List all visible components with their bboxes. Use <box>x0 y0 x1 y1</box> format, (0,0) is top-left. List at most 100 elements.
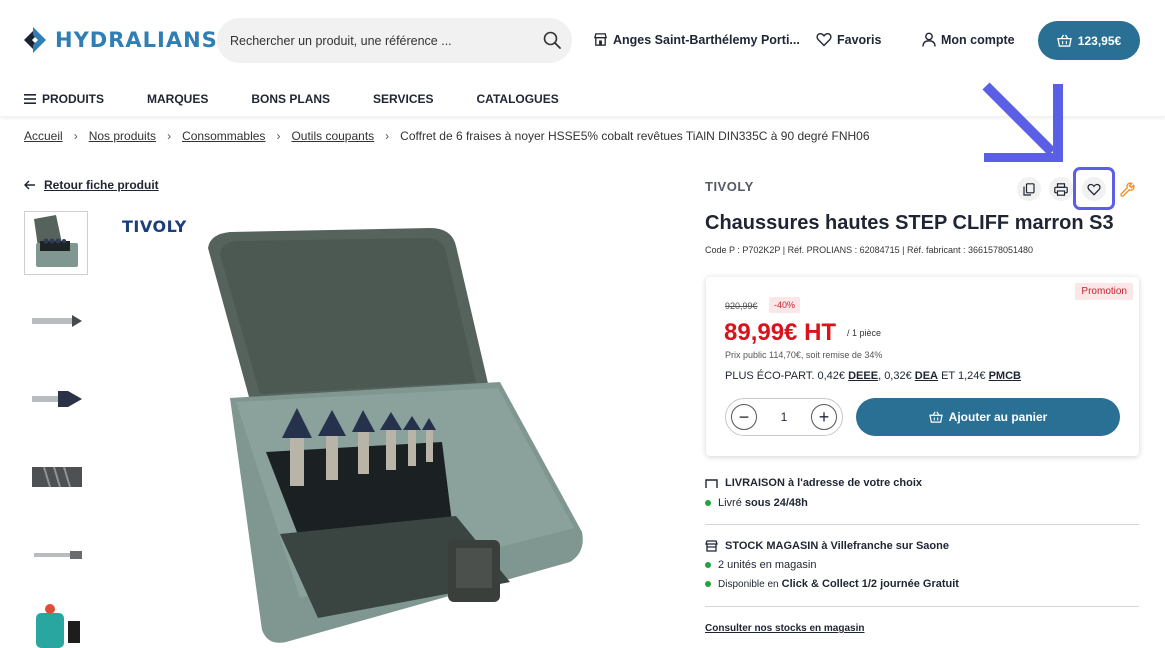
click-collect-bold: Click & Collect 1/2 journée Gratuit <box>781 578 959 590</box>
copy-icon <box>1023 182 1035 196</box>
add-to-cart-button[interactable]: Ajouter au panier <box>856 398 1120 436</box>
back-label: Retour fiche produit <box>44 178 159 192</box>
thumbnail-3[interactable] <box>24 367 88 431</box>
account-label: Mon compte <box>941 32 1015 47</box>
click-collect: Disponible en Click & Collect 1/2 journé… <box>705 578 959 590</box>
chevron-right-icon: › <box>385 129 390 143</box>
brand-logo: TIVOLY <box>122 217 187 236</box>
store-stock-link[interactable]: Consulter nos stocks en magasin <box>705 623 865 634</box>
breadcrumb-current: Coffret de 6 fraises à noyer HSSE5% coba… <box>400 129 870 143</box>
eco-text: , 0,32€ <box>878 370 912 382</box>
price-unit: / 1 pièce <box>847 328 882 338</box>
store-icon <box>594 33 607 46</box>
search-bar <box>217 18 572 63</box>
decrease-quantity-button[interactable]: − <box>731 404 757 430</box>
nav-item-marques[interactable]: MARQUES <box>147 92 208 106</box>
favorite-highlight-box <box>1073 167 1115 210</box>
search-input[interactable] <box>230 18 530 63</box>
nav-label: BONS PLANS <box>251 92 331 106</box>
breadcrumb-link[interactable]: Outils coupants <box>291 129 374 143</box>
thumbnail-2[interactable] <box>24 289 88 353</box>
heart-icon <box>816 33 832 47</box>
cart-button[interactable]: 123,95€ <box>1038 21 1140 60</box>
eco-deee-link[interactable]: DEEE <box>848 370 878 382</box>
price-card: Promotion 920,99€ -40% 89,99€ HT / 1 piè… <box>706 277 1139 456</box>
stock-units: 2 unités en magasin <box>705 559 816 571</box>
wrench-icon <box>1119 181 1135 197</box>
print-icon <box>1054 182 1068 196</box>
menu-icon <box>24 94 36 104</box>
divider <box>705 524 1139 525</box>
breadcrumb-link[interactable]: Accueil <box>24 129 63 143</box>
logo-text: HYDRALIANS <box>55 28 218 52</box>
store-label: Anges Saint-Barthélemy Porti... <box>613 32 800 47</box>
nav-label: MARQUES <box>147 92 209 106</box>
chevron-right-icon: › <box>276 129 281 143</box>
print-button[interactable] <box>1049 177 1073 201</box>
delivery-title-bold: LIVRAISON <box>725 477 785 489</box>
account-link[interactable]: Mon compte <box>922 32 1015 47</box>
promotion-badge: Promotion <box>1075 283 1133 300</box>
nav-item-bons-plans[interactable]: BONS PLANS <box>251 92 330 106</box>
add-to-cart-label: Ajouter au panier <box>948 410 1048 424</box>
thumbnail-image <box>32 391 82 407</box>
quantity-stepper: − + <box>725 398 843 436</box>
basket-icon <box>1057 34 1072 47</box>
favorites-link[interactable]: Favoris <box>816 32 881 47</box>
cart-total: 123,95€ <box>1077 33 1122 48</box>
thumbnail-image <box>34 551 82 559</box>
delivery-eta-bold: sous 24/48h <box>744 497 808 509</box>
thumbnail-image <box>32 315 82 327</box>
product-brand[interactable]: TIVOLY <box>705 179 754 194</box>
chevron-right-icon: › <box>167 129 172 143</box>
breadcrumb-link[interactable]: Consommables <box>182 129 265 143</box>
search-icon[interactable] <box>542 30 562 50</box>
thumbnail-5[interactable] <box>24 523 88 587</box>
public-price: Prix public 114,70€, soit remise de 34% <box>725 350 883 360</box>
thumbnail-image <box>32 466 82 488</box>
thumbnail-image <box>34 215 78 267</box>
eco-text: PLUS ÉCO-PART. 0,42€ <box>725 370 846 382</box>
eco-dea-link[interactable]: DEA <box>915 370 938 382</box>
product-main-image[interactable] <box>190 222 600 648</box>
nav-item-services[interactable]: SERVICES <box>373 92 433 106</box>
hydralians-logo-icon <box>24 27 46 53</box>
thumbnail-1[interactable] <box>24 211 88 275</box>
current-price: 89,99€ HT <box>724 319 837 346</box>
truck-icon <box>705 479 718 488</box>
quantity-input[interactable] <box>769 410 799 424</box>
favorites-label: Favoris <box>837 32 882 47</box>
nav-label: SERVICES <box>373 92 434 106</box>
stock-title-rest: à Villefranche sur Saone <box>821 540 949 552</box>
nav-item-produits[interactable]: PRODUITS <box>24 92 104 106</box>
user-icon <box>922 32 936 47</box>
increase-quantity-button[interactable]: + <box>811 404 837 430</box>
store-selector[interactable]: Anges Saint-Barthélemy Porti... <box>593 32 800 47</box>
delivery-eta: Livré sous 24/48h <box>705 497 808 509</box>
eco-pmcb-link[interactable]: PMCB <box>989 370 1021 382</box>
basket-icon <box>928 411 943 423</box>
tools-button[interactable] <box>1115 177 1139 201</box>
shop-icon <box>705 540 718 552</box>
chevron-right-icon: › <box>73 129 78 143</box>
status-dot <box>705 581 711 587</box>
stock-title: STOCK MAGASIN à Villefranche sur Saone <box>705 540 949 552</box>
copy-button[interactable] <box>1017 177 1041 201</box>
eco-participation: PLUS ÉCO-PART. 0,42€ DEEE, 0,32€ DEA ET … <box>725 370 1021 382</box>
delivery-eta-prefix: Livré <box>718 497 742 509</box>
eco-text: ET 1,24€ <box>941 370 986 382</box>
breadcrumb: Accueil › Nos produits › Consommables › … <box>24 129 870 143</box>
thumbnail-6[interactable] <box>24 601 88 648</box>
status-dot <box>705 500 711 506</box>
breadcrumb-link[interactable]: Nos produits <box>89 129 156 143</box>
site-logo[interactable]: HYDRALIANS <box>24 27 218 53</box>
click-collect-prefix: Disponible en <box>718 579 779 590</box>
back-to-product-link[interactable]: Retour fiche produit <box>24 178 159 192</box>
nav-item-catalogues[interactable]: CATALOGUES <box>477 92 559 106</box>
stock-title-bold: STOCK MAGASIN <box>725 540 819 552</box>
thumbnail-4[interactable] <box>24 445 88 509</box>
pointer-arrow-icon <box>982 82 1063 162</box>
arrow-left-icon <box>24 180 35 190</box>
divider <box>705 606 1139 607</box>
nav-label: CATALOGUES <box>476 92 559 106</box>
